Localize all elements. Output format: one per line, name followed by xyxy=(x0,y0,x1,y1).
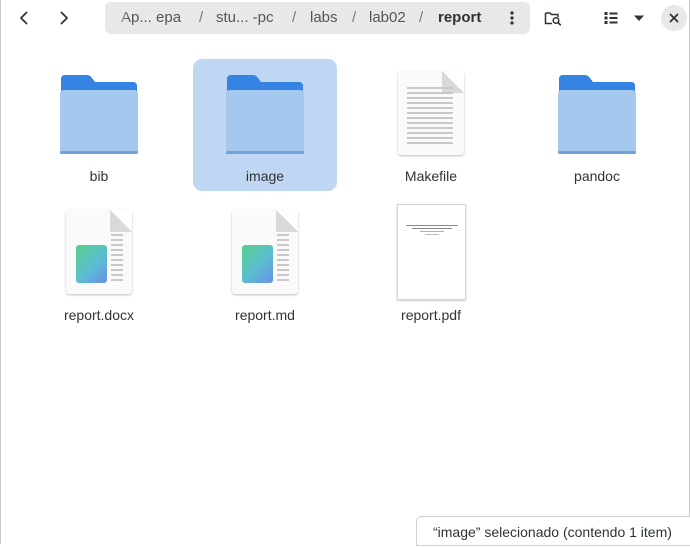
text-lines xyxy=(277,234,289,284)
file-item-bib[interactable]: bib xyxy=(27,59,171,191)
selection-status: “image” selecionado (contendo 1 item) xyxy=(416,516,690,546)
breadcrumb-separator: / xyxy=(352,9,357,26)
window-close-icon xyxy=(669,13,679,23)
view-options-button[interactable] xyxy=(626,2,652,34)
forward-button[interactable] xyxy=(48,2,80,34)
page-fold xyxy=(276,210,298,232)
pdf-title-line xyxy=(411,228,452,229)
breadcrumb-student-pc[interactable]: stu... -pc xyxy=(216,2,274,34)
file-label: report.md xyxy=(235,307,295,323)
breadcrumb-separator: / xyxy=(292,9,297,26)
document-icon xyxy=(66,210,132,294)
pdf-author-line xyxy=(419,231,444,232)
document-icon xyxy=(232,210,298,294)
file-item-pandoc[interactable]: pandoc xyxy=(525,59,669,191)
go-previous-icon xyxy=(20,11,28,25)
file-item-report-md[interactable]: report.md xyxy=(193,198,337,330)
text-file-icon xyxy=(398,71,464,155)
breadcrumb-labs[interactable]: labs xyxy=(310,2,338,34)
pan-down-icon xyxy=(634,15,644,21)
path-bar: / Ap... epa / stu... -pc / labs / lab02 … xyxy=(105,2,530,34)
breadcrumb-separator: / xyxy=(419,9,424,26)
breadcrumb-report[interactable]: report xyxy=(438,2,481,34)
breadcrumb-lab02[interactable]: lab02 xyxy=(369,2,406,34)
folder-icon xyxy=(60,75,138,154)
file-label: report.docx xyxy=(63,307,135,323)
pdf-title-line xyxy=(405,225,458,226)
text-lines xyxy=(407,87,453,147)
file-item-image[interactable]: image xyxy=(193,59,337,191)
pathbar-menu-button[interactable] xyxy=(496,2,528,34)
breadcrumb-separator: / xyxy=(199,9,204,26)
file-item-makefile[interactable]: Makefile xyxy=(359,59,503,191)
folder-icon xyxy=(226,75,304,154)
file-item-report-docx[interactable]: report.docx xyxy=(27,198,171,330)
file-label: pandoc xyxy=(574,168,620,184)
pdf-thumbnail xyxy=(397,204,466,300)
file-label: bib xyxy=(89,168,109,184)
header-bar: / Ap... epa / stu... -pc / labs / lab02 … xyxy=(0,0,690,36)
document-art xyxy=(242,245,273,283)
pathbar-overflow-fade xyxy=(105,2,129,34)
pdf-date-line xyxy=(424,234,439,235)
folder-icon xyxy=(558,75,636,154)
page-fold xyxy=(110,210,132,232)
close-button[interactable] xyxy=(661,5,687,31)
file-label: report.pdf xyxy=(401,307,461,323)
folder-search-icon xyxy=(544,12,562,26)
view-list-icon xyxy=(604,12,618,24)
back-button[interactable] xyxy=(8,2,40,34)
go-next-icon xyxy=(60,11,68,25)
text-lines xyxy=(111,234,123,284)
view-more-icon xyxy=(510,11,514,25)
document-art xyxy=(76,245,107,283)
view-toggle-button[interactable] xyxy=(596,2,626,34)
window-edge-left xyxy=(0,0,1,544)
search-button[interactable] xyxy=(537,2,569,34)
breadcrumb-appdata[interactable]: Ap... epa xyxy=(121,2,181,34)
file-label: Makefile xyxy=(404,168,458,184)
file-label: image xyxy=(245,168,285,184)
file-item-report-pdf[interactable]: report.pdf xyxy=(359,198,503,330)
